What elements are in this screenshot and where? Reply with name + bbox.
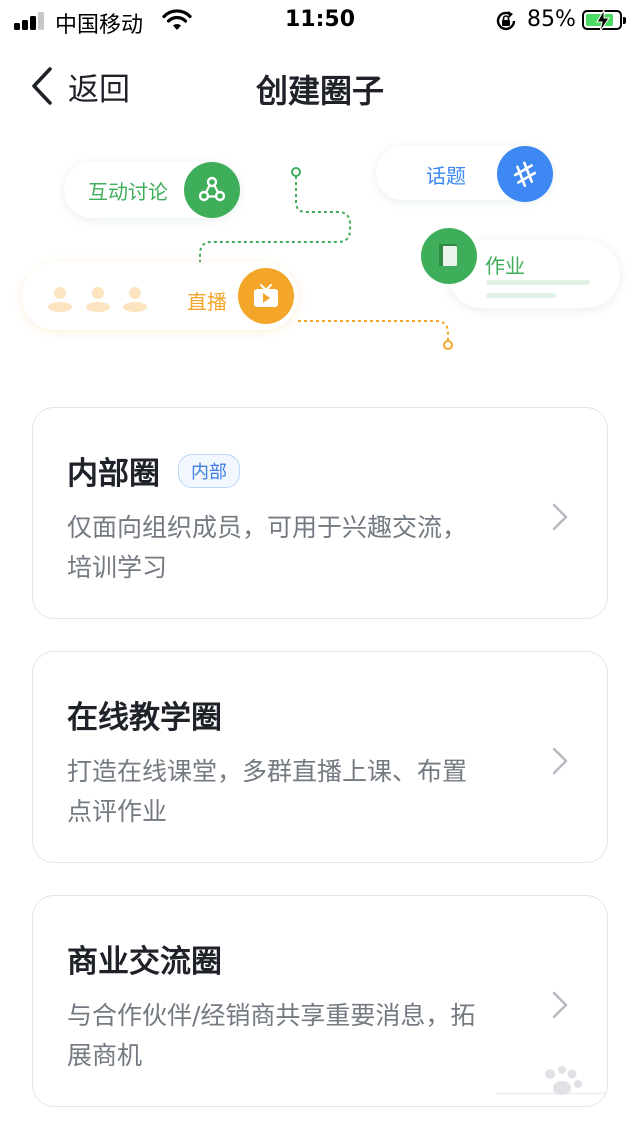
share-icon — [184, 162, 240, 218]
online-teaching-circle-card[interactable]: 在线教学圈 打造在线课堂，多群直播上课、布置点评作业 — [32, 651, 608, 863]
book-icon — [421, 228, 477, 284]
internal-badge: 内部 — [178, 453, 240, 488]
topic-label: 话题 — [426, 164, 466, 188]
card-title: 商业交流圈 — [67, 944, 222, 980]
nav-bar: 返回 创建圈子 — [0, 50, 640, 120]
page-title: 创建圈子 — [255, 72, 384, 110]
card-title: 在线教学圈 — [67, 700, 222, 736]
chevron-right-icon — [552, 747, 568, 775]
audience-icon — [48, 287, 147, 312]
homework-label: 作业 — [485, 254, 525, 278]
card-description: 仅面向组织成员，可用于兴趣交流，培训学习 — [67, 513, 468, 582]
tv-play-icon — [238, 268, 294, 324]
watermark-logo — [496, 1066, 606, 1095]
chevron-right-icon — [552, 503, 568, 531]
homework-line — [486, 280, 590, 285]
internal-circle-card[interactable]: 内部圈 内部 仅面向组织成员，可用于兴趣交流，培训学习 — [32, 407, 608, 619]
card-title: 内部圈 — [67, 456, 160, 492]
live-label: 直播 — [187, 290, 227, 314]
battery-icon — [582, 10, 626, 32]
hashtag-icon — [497, 146, 553, 202]
status-bar: 中国移动 11:50 85% — [0, 0, 640, 42]
hero-illustration: 互动讨论 话题 作业 直播 — [0, 130, 640, 370]
card-description: 与合作伙伴/经销商共享重要消息，拓展商机 — [67, 1001, 476, 1070]
interactive-discussion-label: 互动讨论 — [88, 180, 168, 204]
chevron-right-icon — [552, 991, 568, 1019]
homework-line — [486, 293, 556, 298]
rotation-lock-icon — [496, 11, 516, 31]
card-description: 打造在线课堂，多群直播上课、布置点评作业 — [67, 757, 468, 826]
battery-percent: 85% — [527, 7, 576, 32]
